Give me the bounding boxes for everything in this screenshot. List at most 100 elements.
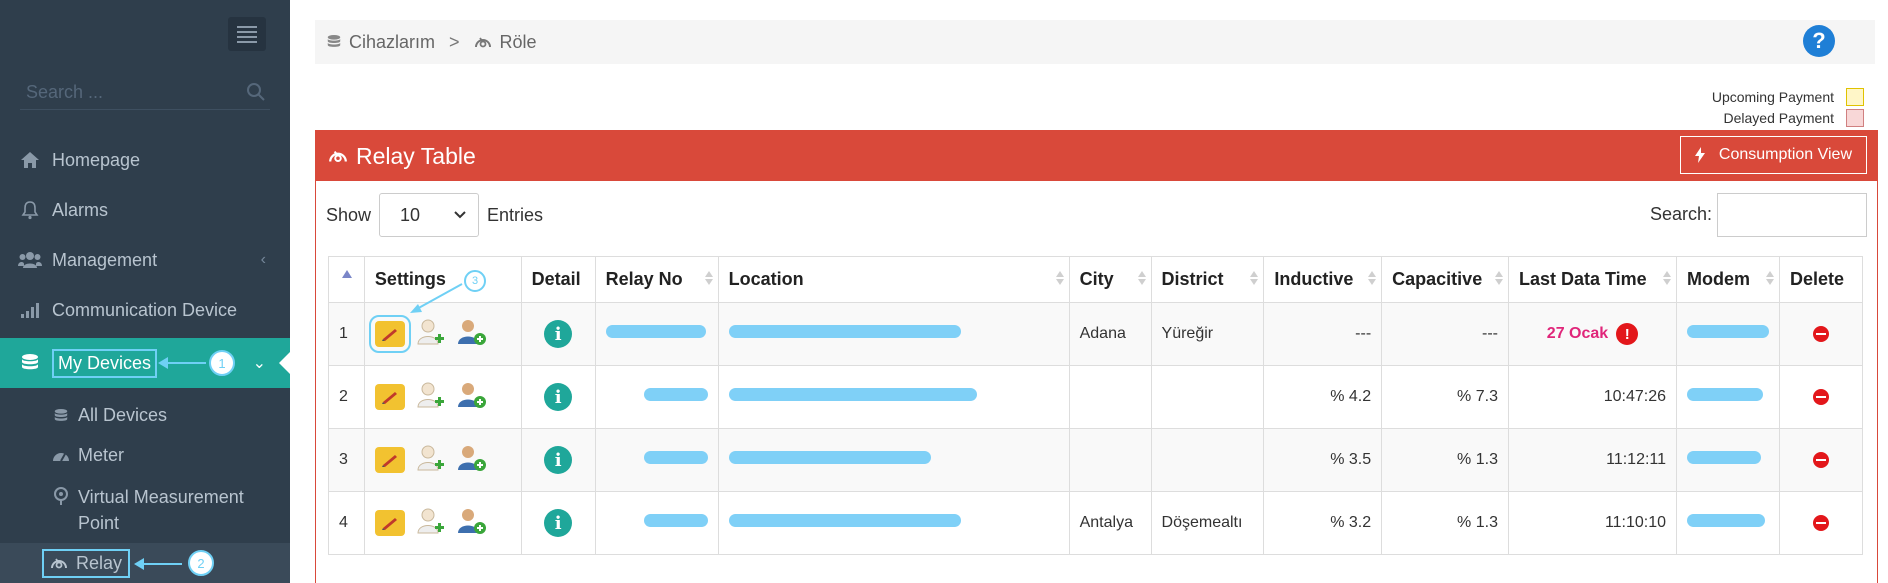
sidebar-subitem-label: Virtual Measurement Point [78,487,244,533]
callout-arrow-head [158,357,168,369]
payment-legend: Upcoming Payment Delayed Payment [1712,86,1864,128]
info-icon[interactable]: i [544,320,573,348]
sort-icon [704,271,713,285]
sidebar-item-homepage[interactable]: Homepage [0,135,290,185]
legend-swatch-upcoming [1846,87,1864,106]
sidebar-item-management[interactable]: Management ‹ [0,235,290,285]
column-header-detail[interactable]: Detail [520,256,596,303]
cell-settings [363,491,522,555]
entries-label: Entries [487,204,544,225]
delete-icon[interactable] [1813,515,1830,531]
sidebar-subitem-label: All Devices [78,405,168,425]
cell-inductive: % 4.2 [1263,365,1383,429]
settings-icon[interactable] [374,384,405,410]
cell-last-data-time: 11:12:11 [1507,428,1678,492]
redacted-relay-no [643,514,708,527]
sort-icon [1766,271,1775,285]
column-header-index[interactable] [328,256,365,303]
table-row: 1 i Adana Yüreğir --- --- 27 Ocak ! [328,302,1863,366]
delete-icon[interactable] [1813,452,1830,468]
chevron-left-icon: ‹ [260,251,266,268]
relay-icon [474,37,491,48]
settings-icon[interactable] [374,447,405,473]
assign-user-icon[interactable] [415,317,445,352]
column-header-capacitive[interactable]: Capacitive [1381,256,1509,303]
database-icon [327,35,341,47]
cell-index: 2 [328,365,365,429]
search-placeholder: Search ... [26,82,104,102]
cell-city [1068,428,1152,492]
cell-modem [1676,302,1781,366]
breadcrumb-label: Cihazlarım [349,31,436,52]
column-header-location[interactable]: Location [717,256,1070,303]
legend-delayed: Delayed Payment [1712,107,1864,128]
cell-relay-no [594,491,719,555]
info-icon[interactable]: i [544,446,573,474]
table-search-input[interactable] [1717,193,1867,237]
menu-toggle-button[interactable] [228,17,266,51]
panel-header: Relay Table Consumption View [316,131,1877,181]
column-header-relay-no[interactable]: Relay No [594,256,719,303]
pin-icon [50,484,72,505]
callout-badge: 1 [209,350,235,376]
consumption-view-button[interactable]: Consumption View [1679,136,1867,174]
info-icon[interactable]: i [544,383,573,411]
sort-icon [1250,271,1259,285]
help-icon[interactable]: ? [1803,25,1835,57]
breadcrumb-separator: > [449,31,460,52]
redacted-location [728,514,961,527]
column-header-last-data-time[interactable]: Last Data Time [1507,256,1678,303]
cell-delete [1779,428,1863,492]
cell-modem [1676,491,1781,555]
delete-icon[interactable] [1813,389,1830,405]
column-header-city[interactable]: City [1068,256,1152,303]
show-label: Show [326,204,372,225]
gauge-icon [50,445,72,462]
sidebar-search-input[interactable]: Search ... [20,76,270,110]
add-user-icon[interactable] [455,443,487,478]
cell-index: 4 [328,491,365,555]
add-user-icon[interactable] [455,506,487,541]
last-data-date: 27 Ocak [1546,325,1609,342]
settings-icon[interactable] [368,315,411,353]
cell-district [1150,365,1265,429]
search-icon [247,83,265,101]
assign-user-icon[interactable] [415,443,445,478]
cell-detail: i [520,491,596,555]
settings-icon[interactable] [374,510,405,536]
assign-user-icon[interactable] [415,380,445,415]
add-user-icon[interactable] [455,317,487,352]
delete-icon[interactable] [1813,326,1830,342]
sidebar-item-alarms[interactable]: Alarms [0,185,290,235]
table-row: 3 i % 3.5 % 1.3 11:12:11 [328,428,1863,492]
assign-user-icon[interactable] [415,506,445,541]
info-icon[interactable]: i [544,509,573,537]
column-header-modem[interactable]: Modem [1676,256,1781,303]
cell-district [1150,428,1265,492]
relay-icon [329,150,347,162]
sidebar-item-my-devices[interactable]: My Devices ⌄ [0,338,290,388]
cell-city: Antalya [1068,491,1152,555]
column-header-delete[interactable]: Delete [1779,256,1863,303]
cell-last-data-time: 11:10:10 [1507,491,1678,555]
cell-detail: i [520,428,596,492]
cell-modem [1676,365,1781,429]
users-icon [16,251,44,269]
add-user-icon[interactable] [455,380,487,415]
sidebar-item-label: Communication Device [52,299,238,320]
sort-icon [1055,271,1064,285]
column-header-inductive[interactable]: Inductive [1263,256,1383,303]
breadcrumb-item-devices[interactable]: Cihazlarım [327,32,435,53]
sidebar-item-label: Homepage [52,149,141,170]
sort-icon [1368,271,1377,285]
sort-icon [1494,271,1503,285]
column-header-district[interactable]: District [1150,256,1265,303]
sidebar-subitem-all-devices[interactable]: All Devices [0,405,290,426]
sidebar-item-communication-device[interactable]: Communication Device [0,285,290,335]
sidebar-subitem-meter[interactable]: Meter [0,445,290,466]
sort-asc-icon [342,270,352,278]
sidebar-subitem-virtual-measurement-point[interactable]: Virtual Measurement Point [0,484,290,536]
cell-relay-no [594,365,719,429]
entries-select[interactable]: 10 [379,193,480,237]
cell-relay-no [594,302,719,366]
